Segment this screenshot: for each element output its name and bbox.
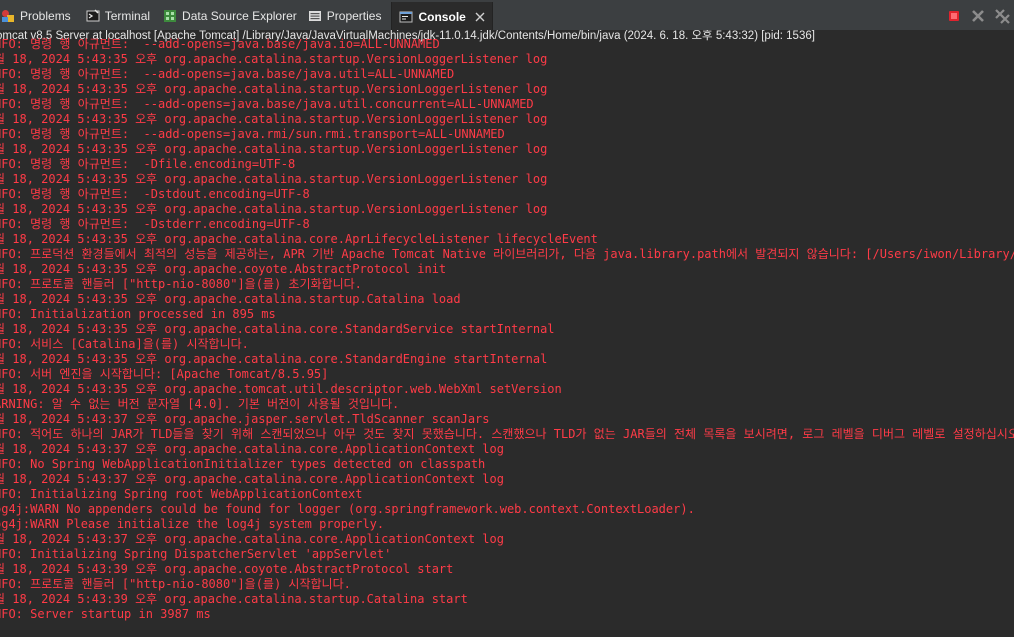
console-toolbar — [946, 0, 1014, 31]
view-tab-bar: Problems Terminal Data Source Explorer P… — [0, 0, 1014, 32]
log-line: 월 18, 2024 5:43:37 오후 org.apache.catalin… — [0, 472, 504, 486]
log-line: og4j:WARN Please initialize the log4j sy… — [0, 517, 385, 531]
tab-terminal[interactable]: Terminal — [85, 0, 158, 31]
log-line: ARNING: 알 수 없는 버전 문자열 [4.0]. 기본 버전이 사용될 … — [0, 397, 400, 411]
log-line: 월 18, 2024 5:43:35 오후 org.apache.catalin… — [0, 292, 461, 306]
console-view: Problems Terminal Data Source Explorer P… — [0, 0, 1014, 637]
log-line: 월 18, 2024 5:43:35 오후 org.apache.tomcat.… — [0, 382, 562, 396]
log-line: 월 18, 2024 5:43:35 오후 org.apache.catalin… — [0, 142, 548, 156]
tab-label: Terminal — [104, 8, 151, 23]
log-line: 월 18, 2024 5:43:35 오후 org.apache.catalin… — [0, 322, 555, 336]
log-line: NFO: 명령 행 아규먼트: --add-opens=java.base/ja… — [0, 97, 534, 111]
data-source-icon — [162, 8, 178, 24]
log-line: NFO: 서버 엔진을 시작합니다: [Apache Tomcat/8.5.95… — [0, 367, 329, 381]
tab-console[interactable]: Console — [391, 2, 493, 31]
log-line: NFO: 명령 행 아규먼트: --add-opens=java.rmi/sun… — [0, 127, 505, 141]
log-line: NFO: 적어도 하나의 JAR가 TLD들을 찾기 위해 스캔되었으나 아무 … — [0, 427, 1014, 441]
properties-icon — [307, 8, 323, 24]
log-line: 월 18, 2024 5:43:37 오후 org.apache.catalin… — [0, 532, 504, 546]
tab-label: Properties — [326, 8, 382, 23]
tab-label: Problems — [20, 8, 71, 23]
log-line: NFO: Initializing Spring root WebApplica… — [0, 487, 363, 501]
log-line: NFO: 명령 행 아규먼트: -Dstderr.encoding=UTF-8 — [0, 217, 310, 231]
remove-all-terminated-icon[interactable] — [994, 8, 1010, 24]
log-line: 월 18, 2024 5:43:39 오후 org.apache.coyote.… — [0, 562, 454, 576]
tab-problems[interactable]: Problems — [0, 0, 79, 31]
log-line: NFO: 명령 행 아규먼트: --add-opens=java.base/ja… — [0, 67, 455, 81]
log-line: NFO: 명령 행 아규먼트: -Dstdout.encoding=UTF-8 — [0, 187, 310, 201]
log-line: NFO: 프로덕션 환경들에서 최적의 성능을 제공하는, APR 기반 Apa… — [0, 247, 1014, 261]
log-line: NFO: Server startup in 3987 ms — [0, 607, 211, 621]
log-line: 월 18, 2024 5:43:35 오후 org.apache.coyote.… — [0, 262, 447, 276]
console-output[interactable]: NFO: 명령 행 아규먼트: --add-opens=java.base/ja… — [0, 37, 1014, 637]
log-line: NFO: 프로토콜 핸들러 ["http-nio-8080"]을(를) 초기화합… — [0, 277, 362, 291]
log-line: NFO: Initialization processed in 895 ms — [0, 307, 276, 321]
log-line: 월 18, 2024 5:43:37 오후 org.apache.jasper.… — [0, 412, 490, 426]
log-line: 월 18, 2024 5:43:35 오후 org.apache.catalin… — [0, 82, 548, 96]
log-line: 월 18, 2024 5:43:35 오후 org.apache.catalin… — [0, 202, 548, 216]
tab-properties[interactable]: Properties — [307, 0, 390, 31]
terminal-icon — [85, 8, 101, 24]
log-line: NFO: 프로토콜 핸들러 ["http-nio-8080"]을(를) 시작합니… — [0, 577, 351, 591]
remove-launch-icon[interactable] — [970, 8, 986, 24]
log-line: og4j:WARN No appenders could be found fo… — [0, 502, 695, 516]
log-text: NFO: 명령 행 아규먼트: --add-opens=java.base/ja… — [0, 37, 1014, 622]
log-line: NFO: Initializing Spring DispatcherServl… — [0, 547, 392, 561]
log-line: 월 18, 2024 5:43:35 오후 org.apache.catalin… — [0, 112, 548, 126]
log-line: 월 18, 2024 5:43:35 오후 org.apache.catalin… — [0, 172, 548, 186]
log-line: NFO: 명령 행 아규먼트: -Dfile.encoding=UTF-8 — [0, 157, 296, 171]
problems-icon — [0, 8, 16, 24]
tab-label: Data Source Explorer — [182, 8, 297, 23]
log-line: 월 18, 2024 5:43:39 오후 org.apache.catalin… — [0, 592, 468, 606]
log-line: NFO: No Spring WebApplicationInitializer… — [0, 457, 486, 471]
close-icon[interactable] — [474, 11, 486, 23]
log-line: NFO: 명령 행 아규먼트: --add-opens=java.base/ja… — [0, 37, 440, 51]
log-line: 월 18, 2024 5:43:35 오후 org.apache.catalin… — [0, 232, 598, 246]
console-icon — [398, 9, 414, 25]
log-line: 월 18, 2024 5:43:35 오후 org.apache.catalin… — [0, 352, 548, 366]
tab-label: Console — [418, 9, 466, 24]
log-line: NFO: 서비스 [Catalina]을(를) 시작합니다. — [0, 337, 249, 351]
log-line: 월 18, 2024 5:43:37 오후 org.apache.catalin… — [0, 442, 504, 456]
log-line: 월 18, 2024 5:43:35 오후 org.apache.catalin… — [0, 52, 548, 66]
tab-data-source-explorer[interactable]: Data Source Explorer — [162, 0, 305, 31]
terminate-icon[interactable] — [946, 8, 962, 24]
